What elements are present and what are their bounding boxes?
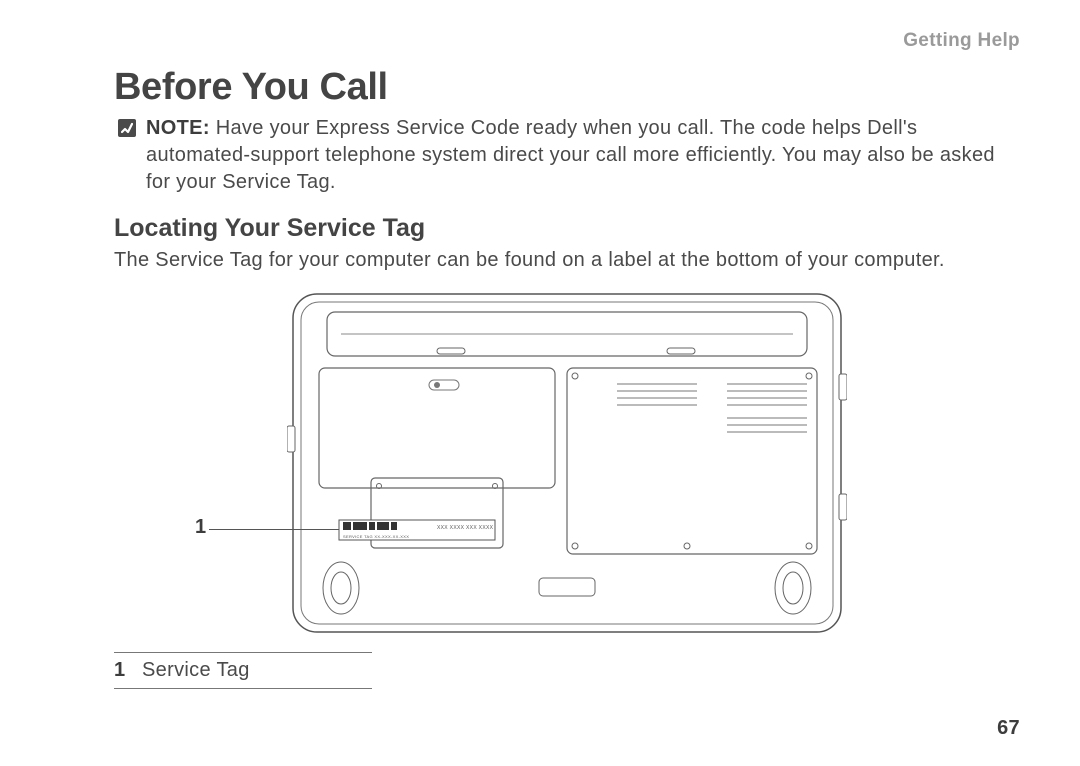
- service-tag-label-icon: XXX XXXX XXX XXXX SERVICE TAG XX-XXX-XX-…: [339, 520, 495, 540]
- section-title: Before You Call: [114, 66, 1020, 109]
- page-number: 67: [997, 717, 1020, 740]
- svg-text:XXX XXXX XXX XXXX: XXX XXXX XXX XXXX: [437, 525, 494, 531]
- note-label: NOTE:: [146, 117, 210, 139]
- legend-row: 1 Service Tag: [114, 659, 372, 682]
- note-text: NOTE: Have your Express Service Code rea…: [146, 115, 1020, 196]
- laptop-bottom-figure: 1: [287, 288, 847, 638]
- note-block: NOTE: Have your Express Service Code rea…: [118, 115, 1020, 196]
- laptop-bottom-svg: XXX XXXX XXX XXXX SERVICE TAG XX-XXX-XX-…: [287, 288, 847, 638]
- callout-1-line: [209, 529, 339, 530]
- legend-num-1: 1: [114, 659, 132, 682]
- subsection-title: Locating Your Service Tag: [114, 214, 1020, 243]
- manual-page: Getting Help Before You Call NOTE: Have …: [0, 0, 1080, 766]
- body-paragraph: The Service Tag for your computer can be…: [114, 247, 1020, 274]
- svg-text:SERVICE TAG XX-XXX-XX-XXX: SERVICE TAG XX-XXX-XX-XXX: [343, 534, 409, 539]
- note-body: Have your Express Service Code ready whe…: [146, 117, 995, 193]
- running-header: Getting Help: [903, 30, 1020, 52]
- figure-legend: 1 Service Tag: [114, 652, 372, 689]
- callout-1-number: 1: [195, 516, 206, 539]
- legend-text-1: Service Tag: [142, 659, 250, 682]
- note-icon: [118, 119, 136, 137]
